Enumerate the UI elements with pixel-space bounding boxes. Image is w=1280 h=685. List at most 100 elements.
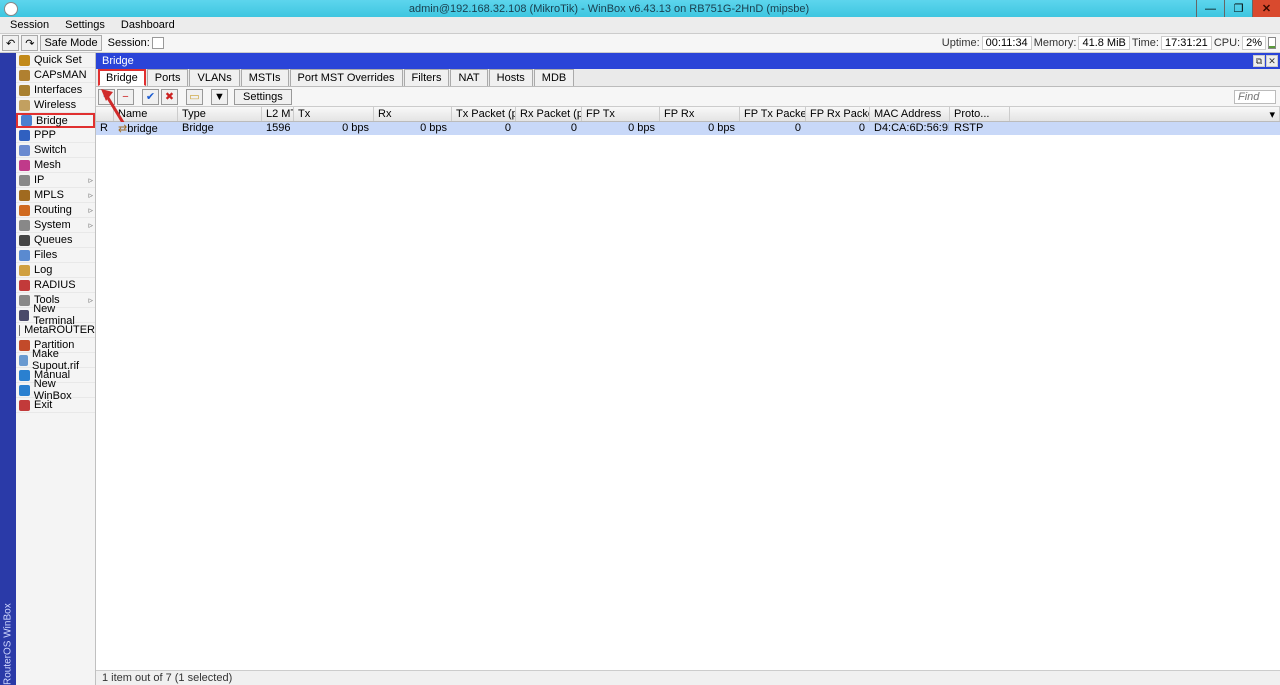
sidebar-item-make-supout-rif[interactable]: Make Supout.rif [16, 353, 95, 368]
panel-close-button[interactable]: ✕ [1266, 55, 1278, 67]
close-button[interactable]: ✕ [1252, 0, 1280, 17]
column-mac[interactable]: MAC Address [870, 107, 950, 121]
time-label: Time: [1132, 37, 1159, 49]
sidebar-item-metarouter[interactable]: MetaROUTER [16, 323, 95, 338]
sidebar-item-queues[interactable]: Queues [16, 233, 95, 248]
sidebar-item-wireless[interactable]: Wireless [16, 98, 95, 113]
minimize-button[interactable]: — [1196, 0, 1224, 17]
tab-vlans[interactable]: VLANs [189, 69, 239, 86]
column-fprx[interactable]: FP Rx [660, 107, 740, 121]
sidebar-icon [19, 250, 30, 261]
cell-l2: 1596 [262, 122, 294, 135]
sidebar-item-new-terminal[interactable]: New Terminal [16, 308, 95, 323]
tab-filters[interactable]: Filters [404, 69, 450, 86]
sidebar-icon [19, 145, 30, 156]
sidebar-label: Exit [34, 399, 52, 411]
cell-proto: RSTP [950, 122, 1010, 135]
cell-mac: D4:CA:6D:56:9D... [870, 122, 950, 135]
memory-value: 41.8 MiB [1078, 36, 1129, 50]
cell-fptxp: 0 [740, 122, 806, 135]
menu-settings[interactable]: Settings [57, 18, 113, 32]
panel-dock-button[interactable]: ⧉ [1253, 55, 1265, 67]
tab-ports[interactable]: Ports [147, 69, 189, 86]
column-fptx[interactable]: FP Tx [582, 107, 660, 121]
column-rxpacket[interactable]: Rx Packet (p/s) [516, 107, 582, 121]
disable-button[interactable]: ✖ [161, 89, 178, 105]
column-more[interactable]: ▾ [1010, 107, 1280, 121]
sidebar-icon [19, 235, 30, 246]
column-txpacket[interactable]: Tx Packet (p/s) [452, 107, 516, 121]
remove-button[interactable]: − [117, 89, 134, 105]
column-name[interactable]: Name [114, 107, 178, 121]
menu-dashboard[interactable]: Dashboard [113, 18, 183, 32]
settings-button[interactable]: Settings [234, 89, 292, 105]
sidebar-label: Wireless [34, 99, 76, 111]
cell-rx: 0 bps [374, 122, 452, 135]
sidebar-label: Routing [34, 204, 72, 216]
maximize-button[interactable]: ❐ [1224, 0, 1252, 17]
sidebar-item-radius[interactable]: RADIUS [16, 278, 95, 293]
find-input[interactable] [1234, 90, 1276, 104]
vertical-brand-strip: RouterOS WinBox [0, 53, 16, 685]
sidebar-item-quick-set[interactable]: Quick Set [16, 53, 95, 68]
sidebar-item-bridge[interactable]: Bridge [16, 113, 95, 128]
add-button[interactable]: + [98, 89, 115, 105]
tab-port-mst-overrides[interactable]: Port MST Overrides [290, 69, 403, 86]
sidebar-icon [19, 70, 30, 81]
cell-rxp: 0 [516, 122, 582, 135]
uptime-label: Uptime: [942, 37, 980, 49]
table-row[interactable]: R ⇄bridge Bridge 1596 0 bps 0 bps 0 0 0 … [96, 122, 1280, 135]
session-box[interactable] [152, 37, 164, 49]
menu-session[interactable]: Session [2, 18, 57, 32]
sidebar: Quick Set CAPsMAN InterfacesWireless Bridge… [16, 53, 96, 685]
sidebar-label: CAPsMAN [34, 69, 87, 81]
sidebar-label: Quick Set [34, 54, 82, 66]
cell-type: Bridge [178, 122, 262, 135]
sidebar-item-interfaces[interactable]: Interfaces [16, 83, 95, 98]
app-icon [4, 2, 18, 16]
column-type[interactable]: Type [178, 107, 262, 121]
sidebar-label: MetaROUTER [24, 324, 95, 336]
sidebar-icon [19, 175, 30, 186]
column-flag[interactable] [96, 107, 114, 121]
column-rx[interactable]: Rx [374, 107, 452, 121]
cpu-label: CPU: [1214, 37, 1240, 49]
sidebar-item-files[interactable]: Files [16, 248, 95, 263]
tab-nat[interactable]: NAT [450, 69, 487, 86]
sidebar-icon [19, 325, 20, 336]
sidebar-item-log[interactable]: Log [16, 263, 95, 278]
redo-button[interactable]: ↷ [21, 35, 38, 51]
sidebar-icon [19, 370, 30, 381]
status-text: 1 item out of 7 (1 selected) [102, 672, 232, 684]
sidebar-item-system[interactable]: System▹ [16, 218, 95, 233]
undo-button[interactable]: ↶ [2, 35, 19, 51]
sidebar-label: Files [34, 249, 57, 261]
grid-body[interactable]: R ⇄bridge Bridge 1596 0 bps 0 bps 0 0 0 … [96, 122, 1280, 670]
session-label: Session: [108, 37, 150, 49]
time-value: 17:31:21 [1161, 36, 1212, 50]
tab-mdb[interactable]: MDB [534, 69, 574, 86]
column-fptxpacket[interactable]: FP Tx Packet (... [740, 107, 806, 121]
sidebar-item-new-winbox[interactable]: New WinBox [16, 383, 95, 398]
column-tx[interactable]: Tx [294, 107, 374, 121]
sidebar-item-ppp[interactable]: PPP [16, 128, 95, 143]
sidebar-item-switch[interactable]: Switch [16, 143, 95, 158]
sidebar-item-mpls[interactable]: MPLS▹ [16, 188, 95, 203]
sidebar-item-capsman[interactable]: CAPsMAN [16, 68, 95, 83]
tab-bridge[interactable]: Bridge [98, 69, 146, 86]
sidebar-item-ip[interactable]: IP▹ [16, 173, 95, 188]
comment-button[interactable]: ▭ [186, 89, 203, 105]
sidebar-item-routing[interactable]: Routing▹ [16, 203, 95, 218]
sidebar-icon [19, 385, 30, 396]
grid-header: Name Type L2 MT... Tx Rx Tx Packet (p/s)… [96, 107, 1280, 122]
safemode-button[interactable]: Safe Mode [40, 35, 101, 51]
column-fprxpacket[interactable]: FP Rx Packet ... [806, 107, 870, 121]
column-protocol[interactable]: Proto... [950, 107, 1010, 121]
sidebar-item-mesh[interactable]: Mesh [16, 158, 95, 173]
panel-title-bar: Bridge ⧉ ✕ [96, 53, 1280, 69]
tab-hosts[interactable]: Hosts [489, 69, 533, 86]
column-l2mtu[interactable]: L2 MT... [262, 107, 294, 121]
enable-button[interactable]: ✔ [142, 89, 159, 105]
tab-mstis[interactable]: MSTIs [241, 69, 289, 86]
filter-button[interactable]: ▼ [211, 89, 228, 105]
